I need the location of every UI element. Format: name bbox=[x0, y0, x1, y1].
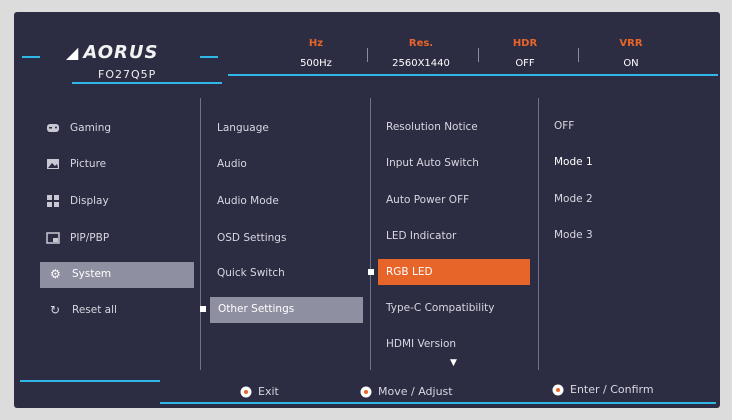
reset-icon: ↻ bbox=[50, 303, 61, 317]
option-hdmi-version[interactable]: HDMI Version bbox=[386, 338, 456, 350]
menu-pip-pbp-label: PIP/PBP bbox=[70, 232, 110, 244]
model-name: FO27Q5P bbox=[98, 68, 157, 81]
aorus-logo: ◢ AORUS bbox=[66, 42, 158, 63]
column-divider bbox=[200, 98, 201, 370]
footer-enter-confirm: Enter / Confirm bbox=[552, 383, 654, 396]
osd-screen: ◢ AORUS FO27Q5P Hz 500Hz Res. 2560X1440 H… bbox=[14, 12, 720, 408]
brand-text: AORUS bbox=[83, 42, 159, 63]
option-led-indicator[interactable]: LED Indicator bbox=[386, 230, 456, 242]
footer-move-adjust-label: Move / Adjust bbox=[378, 385, 453, 398]
header-stats-underline bbox=[228, 74, 718, 76]
stat-separator bbox=[367, 48, 368, 62]
joystick-icon bbox=[240, 386, 252, 398]
option-rgb-led[interactable]: RGB LED bbox=[386, 266, 433, 278]
column-divider bbox=[370, 98, 371, 370]
submenu-language[interactable]: Language bbox=[217, 122, 269, 134]
submenu-audio[interactable]: Audio bbox=[217, 158, 247, 170]
rgb-option-off[interactable]: OFF bbox=[554, 120, 574, 132]
stat-hdr-value: OFF bbox=[515, 58, 535, 69]
stat-resolution: Res. 2560X1440 bbox=[376, 38, 466, 69]
eagle-wing-icon: ◢ bbox=[66, 43, 80, 62]
menu-display[interactable]: Display bbox=[46, 195, 109, 207]
menu-display-label: Display bbox=[70, 195, 109, 207]
gear-icon: ⚙ bbox=[50, 267, 61, 281]
footer-exit-label: Exit bbox=[258, 385, 279, 398]
footer-underline bbox=[160, 402, 716, 404]
rgb-option-mode-2[interactable]: Mode 2 bbox=[554, 193, 593, 205]
option-type-c-compatibility[interactable]: Type-C Compatibility bbox=[386, 302, 494, 314]
pip-icon bbox=[46, 232, 60, 244]
header-accent-mid bbox=[200, 56, 218, 58]
stat-resolution-label: Res. bbox=[408, 38, 434, 49]
footer-accent-line bbox=[20, 380, 160, 382]
menu-reset-all-label: Reset all bbox=[72, 304, 117, 316]
stat-vrr-value: ON bbox=[623, 58, 639, 69]
menu-gaming-label: Gaming bbox=[70, 122, 112, 134]
scroll-down-arrow-icon[interactable]: ▼ bbox=[450, 358, 457, 368]
header-accent-left bbox=[22, 56, 40, 58]
footer-enter-confirm-label: Enter / Confirm bbox=[570, 383, 654, 396]
joystick-icon bbox=[552, 384, 564, 396]
menu-picture[interactable]: Picture bbox=[46, 158, 106, 170]
submenu-audio-mode[interactable]: Audio Mode bbox=[217, 195, 279, 207]
stat-vrr-label: VRR bbox=[619, 38, 643, 49]
menu-gaming[interactable]: Gaming bbox=[46, 122, 111, 134]
stat-refresh: Hz 500Hz bbox=[271, 38, 361, 69]
stat-separator bbox=[578, 48, 579, 62]
rgb-option-mode-1[interactable]: Mode 1 bbox=[554, 156, 593, 168]
header-underline bbox=[72, 82, 222, 84]
picture-icon bbox=[47, 159, 59, 169]
option-input-auto-switch[interactable]: Input Auto Switch bbox=[386, 157, 479, 169]
stat-refresh-label: Hz bbox=[308, 38, 324, 49]
stat-hdr: HDR OFF bbox=[480, 38, 570, 69]
other-settings-active-marker bbox=[368, 269, 374, 275]
stat-resolution-value: 2560X1440 bbox=[392, 58, 450, 69]
joystick-icon bbox=[360, 386, 372, 398]
footer-exit: Exit bbox=[240, 385, 279, 398]
submenu-osd-settings[interactable]: OSD Settings bbox=[217, 232, 286, 244]
display-grid-icon bbox=[47, 195, 59, 207]
menu-system[interactable]: ⚙ System bbox=[50, 267, 112, 281]
stat-hdr-label: HDR bbox=[512, 38, 538, 49]
submenu-quick-switch[interactable]: Quick Switch bbox=[217, 267, 285, 279]
column-divider bbox=[538, 98, 539, 370]
stat-vrr: VRR ON bbox=[586, 38, 676, 69]
option-resolution-notice[interactable]: Resolution Notice bbox=[386, 121, 478, 133]
stat-refresh-value: 500Hz bbox=[300, 58, 332, 69]
footer-move-adjust: Move / Adjust bbox=[360, 385, 453, 398]
menu-reset-all[interactable]: ↻ Reset all bbox=[50, 303, 117, 317]
stat-separator bbox=[478, 48, 479, 62]
rgb-option-mode-3[interactable]: Mode 3 bbox=[554, 229, 593, 241]
submenu-active-marker bbox=[200, 306, 206, 312]
option-auto-power-off[interactable]: Auto Power OFF bbox=[386, 194, 469, 206]
menu-picture-label: Picture bbox=[70, 158, 107, 170]
submenu-other-settings[interactable]: Other Settings bbox=[218, 303, 294, 315]
menu-pip-pbp[interactable]: PIP/PBP bbox=[46, 232, 109, 244]
gamepad-icon bbox=[47, 124, 59, 132]
menu-system-label: System bbox=[72, 268, 112, 280]
